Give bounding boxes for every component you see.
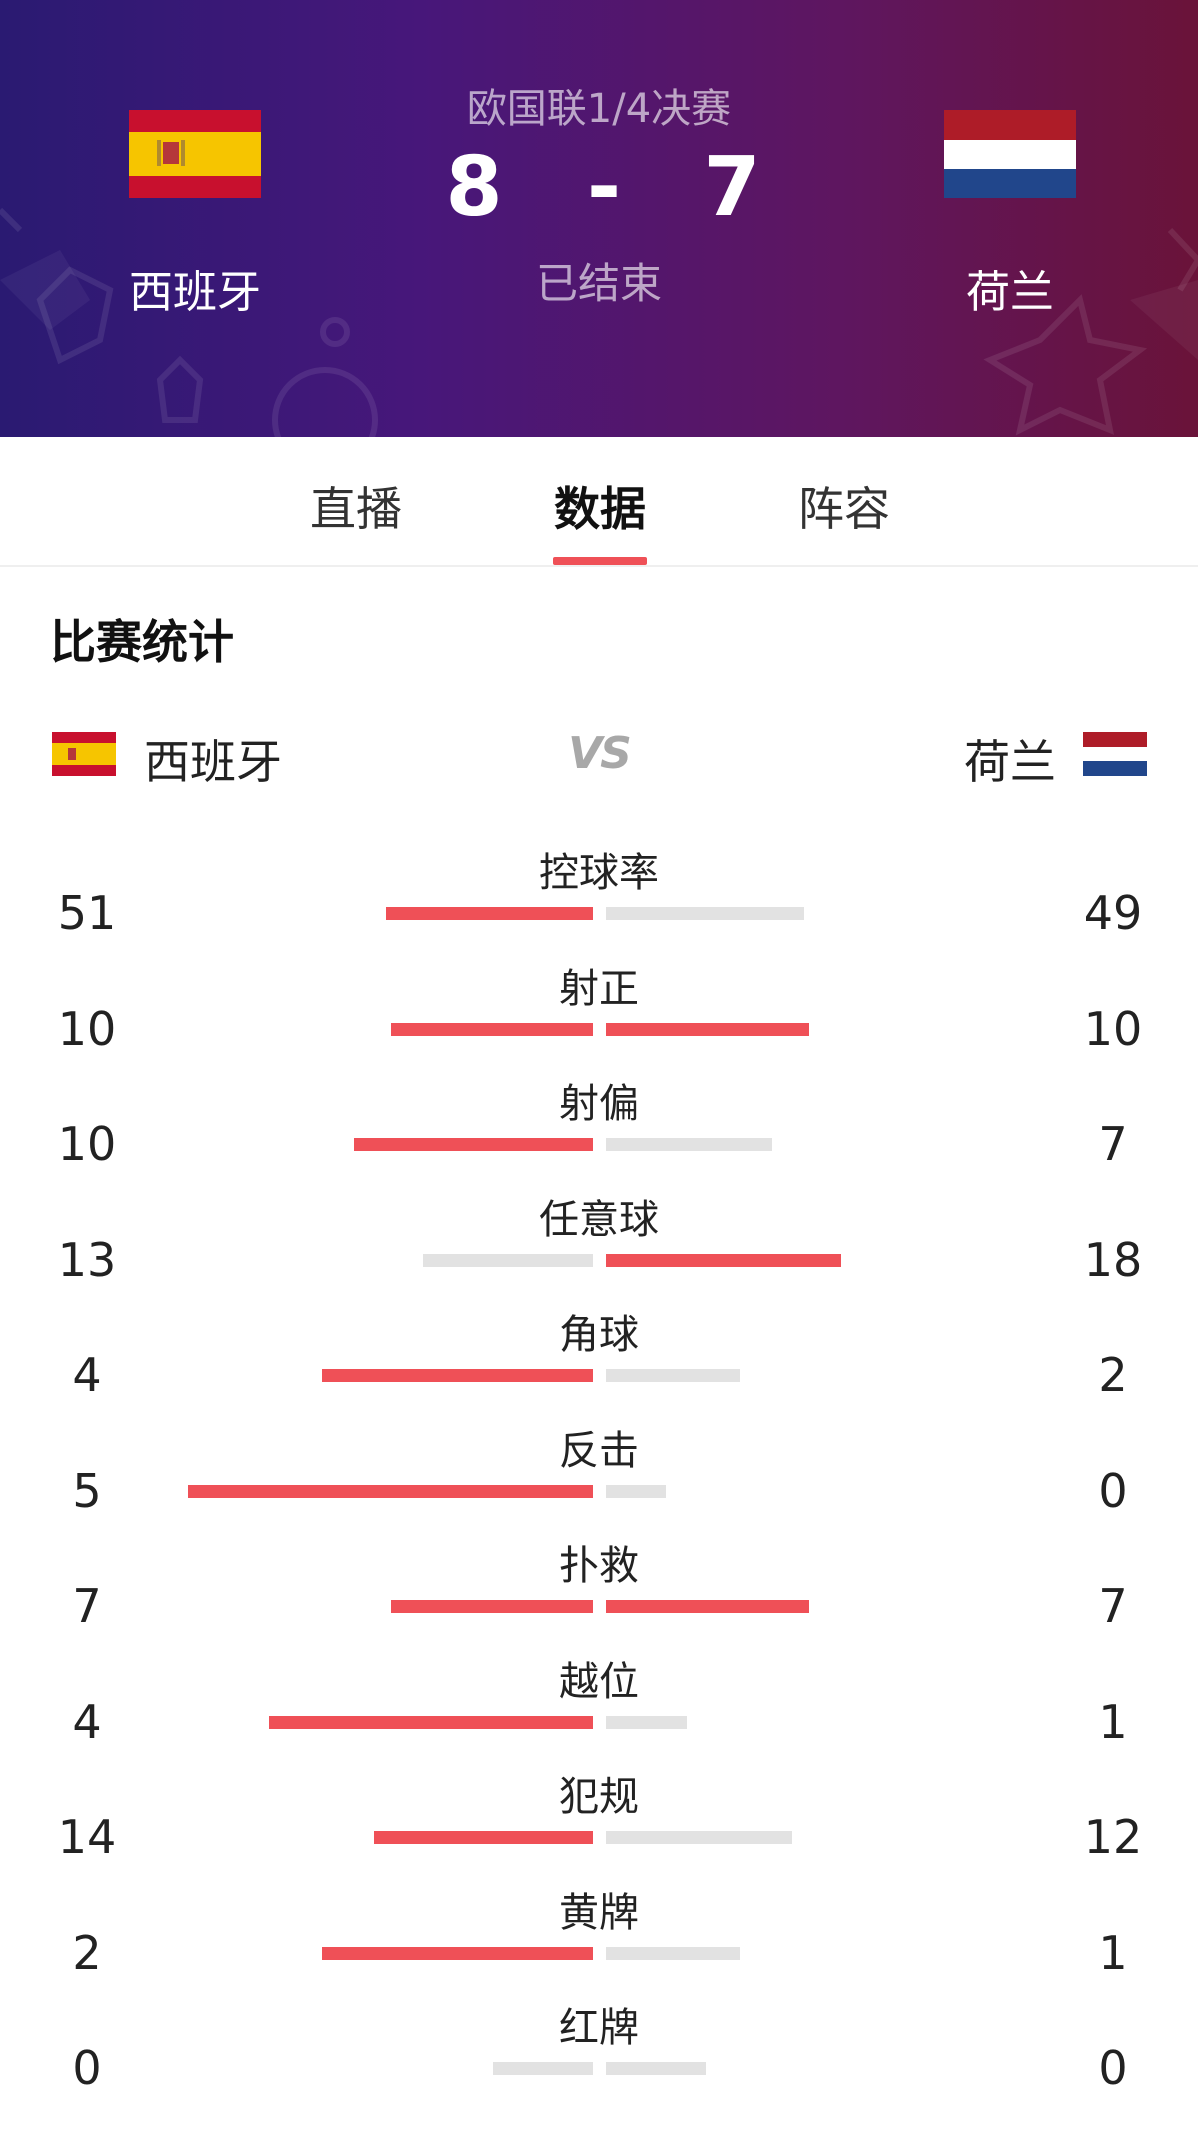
stat-away-bar <box>606 1831 793 1844</box>
stat-away-bar <box>606 1946 740 1960</box>
home-score: 8 <box>445 140 503 235</box>
stat-label: 犯规 <box>559 1774 639 1820</box>
stat-away-value: 0 <box>1098 1463 1128 1518</box>
stat-home-value: 7 <box>72 1579 102 1633</box>
stat-label: 黄牌 <box>559 1889 639 1936</box>
stat-home-value: 2 <box>72 1925 102 1980</box>
teams-comparison-header: 西班牙 VS 荷兰 <box>0 720 1198 790</box>
stat-row: 犯规 14 12 <box>0 1760 1198 1876</box>
stat-away-bar <box>606 1369 740 1382</box>
home-team-name[interactable]: 西班牙 <box>65 256 325 320</box>
stat-label: 控球率 <box>539 850 659 896</box>
stat-home-bar <box>321 1946 593 1960</box>
stat-label: 红牌 <box>559 2005 639 2051</box>
away-team-name[interactable]: 荷兰 <box>880 256 1140 320</box>
home-team-label: 西班牙 <box>144 735 282 789</box>
tab-bar: 直播 数据 阵容 <box>0 437 1198 567</box>
stat-home-bar <box>321 1369 593 1382</box>
stat-away-value: 7 <box>1098 1117 1128 1171</box>
stat-row: 越位 4 1 <box>0 1645 1198 1761</box>
stat-row: 角球 4 2 <box>0 1298 1198 1414</box>
stat-away-bar <box>606 1253 841 1267</box>
active-tab-indicator <box>553 557 647 565</box>
stat-away-bar <box>606 1022 809 1036</box>
stat-label: 扑救 <box>559 1543 639 1589</box>
vs-label: VS <box>568 728 632 779</box>
stat-home-bar <box>422 1253 593 1267</box>
stat-label: 射偏 <box>559 1081 639 1127</box>
spain-flag-icon <box>52 732 116 776</box>
stat-home-bar <box>386 907 593 920</box>
stat-row: 射正 10 10 <box>0 952 1198 1068</box>
stat-home-bar <box>493 2062 593 2075</box>
stat-away-bar <box>606 1715 687 1729</box>
stat-label: 角球 <box>559 1312 639 1358</box>
stat-away-bar <box>606 1138 773 1151</box>
stat-row: 红牌 0 0 <box>0 1991 1198 2107</box>
stat-row: 扑救 7 7 <box>0 1529 1198 1645</box>
stat-row: 射偏 10 7 <box>0 1067 1198 1183</box>
stat-home-value: 51 <box>57 886 117 940</box>
stat-home-value: 4 <box>72 1694 102 1749</box>
stat-row: 控球率 51 49 <box>0 836 1198 952</box>
away-team-label: 荷兰 <box>964 735 1056 789</box>
stat-home-value: 14 <box>57 1810 117 1864</box>
stat-row: 黄牌 2 1 <box>0 1876 1198 1992</box>
section-title: 比赛统计 <box>50 615 234 669</box>
stat-away-bar <box>606 907 805 920</box>
score-separator: - <box>586 140 622 235</box>
stat-label: 越位 <box>559 1658 639 1705</box>
stat-label: 反击 <box>559 1427 639 1474</box>
stat-home-value: 5 <box>72 1463 102 1518</box>
stat-home-bar <box>269 1715 593 1729</box>
stat-away-value: 0 <box>1098 2041 1128 2095</box>
stat-row: 任意球 13 18 <box>0 1183 1198 1299</box>
stat-label: 任意球 <box>539 1196 659 1243</box>
stat-home-value: 0 <box>72 2041 102 2095</box>
tab-data[interactable]: 数据 <box>500 473 700 539</box>
stat-away-value: 1 <box>1098 1694 1128 1749</box>
stat-home-value: 10 <box>57 1001 117 1056</box>
stat-home-bar <box>390 1022 593 1036</box>
competition-name: 欧国联1/4决赛 <box>466 86 732 132</box>
stat-home-bar <box>390 1600 593 1613</box>
match-header: 欧国联1/4决赛 8 - 7 已结束 西班牙 荷兰 <box>0 0 1198 437</box>
stat-away-bar <box>606 1600 809 1613</box>
stat-home-value: 13 <box>57 1232 117 1287</box>
stat-away-value: 1 <box>1098 1925 1128 1980</box>
stat-label: 射正 <box>559 965 639 1012</box>
stat-home-value: 4 <box>72 1348 102 1402</box>
stat-away-value: 10 <box>1083 1001 1143 1056</box>
stats-list: 控球率 51 49 射正 10 10 射偏 10 7 任意球 13 18 角球 4 2 反击 5 0 扑救 7 7 越位 4… <box>0 836 1198 2107</box>
netherlands-flag-icon <box>1083 732 1147 776</box>
stat-home-bar <box>188 1484 593 1498</box>
stat-away-value: 49 <box>1083 886 1143 940</box>
stat-away-bar <box>606 1484 666 1498</box>
away-score: 7 <box>703 140 761 235</box>
stat-away-value: 7 <box>1098 1579 1128 1633</box>
tab-live[interactable]: 直播 <box>256 473 456 539</box>
tab-lineup[interactable]: 阵容 <box>744 473 944 539</box>
stat-away-value: 18 <box>1083 1232 1143 1287</box>
stat-home-bar <box>354 1138 593 1151</box>
stat-row: 反击 5 0 <box>0 1414 1198 1530</box>
stat-home-bar <box>374 1831 593 1844</box>
stat-away-value: 12 <box>1083 1810 1143 1864</box>
stat-away-value: 2 <box>1098 1348 1128 1402</box>
stat-home-value: 10 <box>57 1117 117 1171</box>
stat-away-bar <box>606 2062 706 2075</box>
